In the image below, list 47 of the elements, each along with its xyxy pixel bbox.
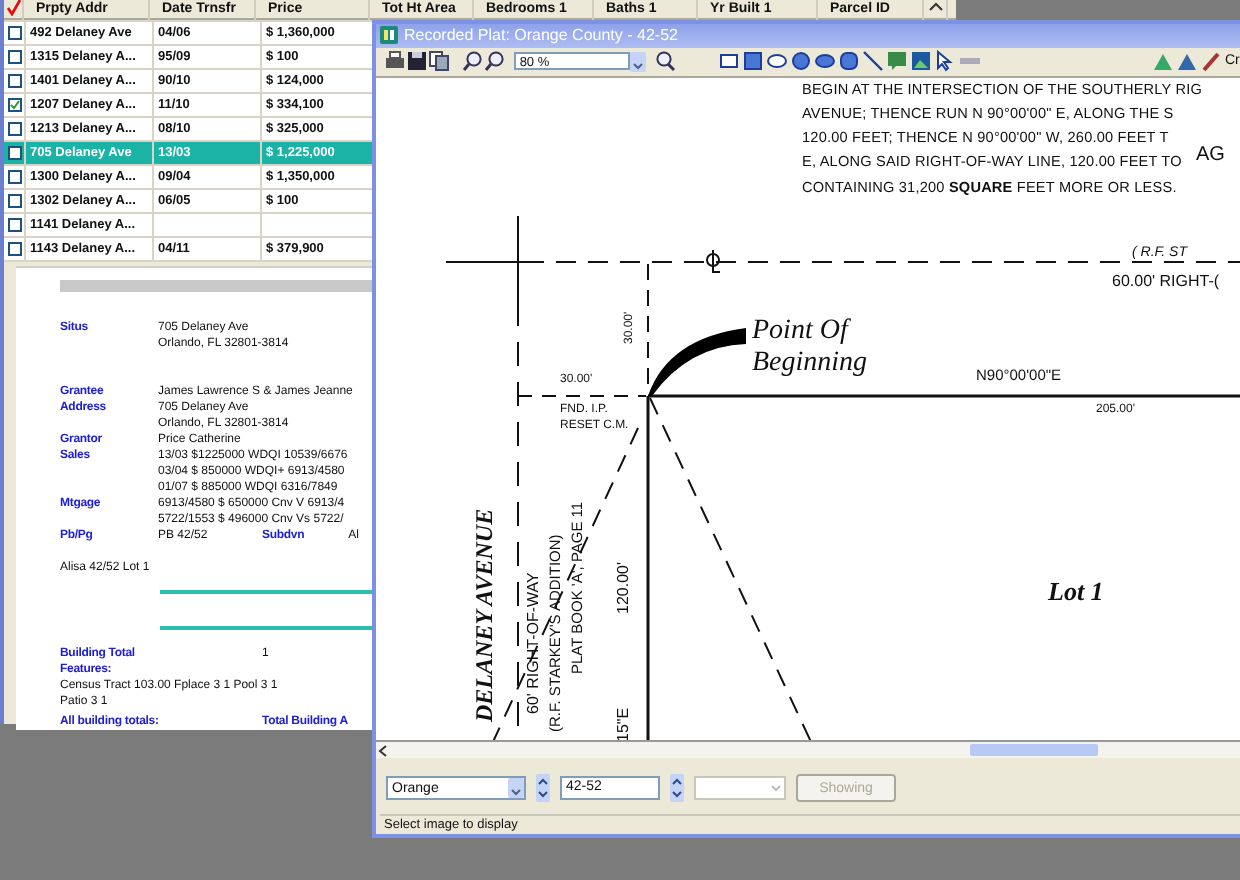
row-checkbox[interactable] <box>7 218 21 232</box>
point-of-beginning-label: Beginning <box>752 349 868 378</box>
lot-label: Lot 1 <box>1048 577 1104 604</box>
line-icon[interactable] <box>862 50 887 73</box>
right-of-way-label: 60.00' RIGHT-( <box>1112 273 1220 290</box>
centerline-icon <box>704 249 722 274</box>
triangle-icon[interactable] <box>1176 50 1201 73</box>
table-cell <box>154 214 260 236</box>
copy-icon[interactable] <box>428 50 450 73</box>
street-name-label: DELANEY AVENUE <box>472 508 496 722</box>
spinner-icon[interactable] <box>670 774 684 803</box>
horizontal-scrollbar[interactable] <box>376 742 1240 759</box>
zoom-in-icon[interactable] <box>461 50 484 73</box>
pen-icon[interactable] <box>1200 50 1225 73</box>
right-of-way-label: 60' RIGHT-OF-WAY <box>526 571 542 714</box>
row-checkbox[interactable] <box>7 170 21 184</box>
note-icon[interactable] <box>886 50 911 73</box>
row-checkbox[interactable] <box>7 122 21 136</box>
scroll-up-icon[interactable] <box>927 0 943 16</box>
table-cell <box>262 214 376 236</box>
app-icon <box>380 26 398 45</box>
window-title: Recorded Plat: Orange County - 42-52 <box>404 26 678 45</box>
rectangle-icon[interactable] <box>718 50 743 73</box>
filled-rectangle-icon[interactable] <box>742 50 767 73</box>
row-checkbox[interactable] <box>7 98 21 112</box>
circle-icon[interactable] <box>790 50 815 73</box>
point-of-beginning-label: Point Of <box>752 317 848 346</box>
scroll-left-icon[interactable] <box>376 743 390 758</box>
image-icon[interactable] <box>910 50 935 73</box>
spinner-icon[interactable] <box>536 774 550 803</box>
row-checkbox[interactable] <box>7 74 21 88</box>
rounded-square-icon[interactable] <box>838 50 863 73</box>
save-icon[interactable] <box>406 50 428 73</box>
row-checkbox[interactable] <box>7 50 21 64</box>
dimension-label: 120.00' <box>616 561 632 614</box>
row-checkbox[interactable] <box>7 194 21 208</box>
ellipse-icon[interactable] <box>766 50 791 73</box>
ellipse-icon[interactable] <box>814 50 839 73</box>
row-checkbox[interactable] <box>7 26 21 40</box>
agency-label: AG <box>1196 145 1225 166</box>
row-checkbox[interactable] <box>7 242 21 256</box>
bearing-label: 15"E <box>616 707 632 741</box>
check-icon <box>5 0 21 16</box>
printer-icon[interactable] <box>384 50 406 73</box>
row-checkbox[interactable] <box>7 146 21 160</box>
zoom-out-icon[interactable] <box>483 50 506 73</box>
zoom-tool-icon[interactable] <box>653 50 676 73</box>
